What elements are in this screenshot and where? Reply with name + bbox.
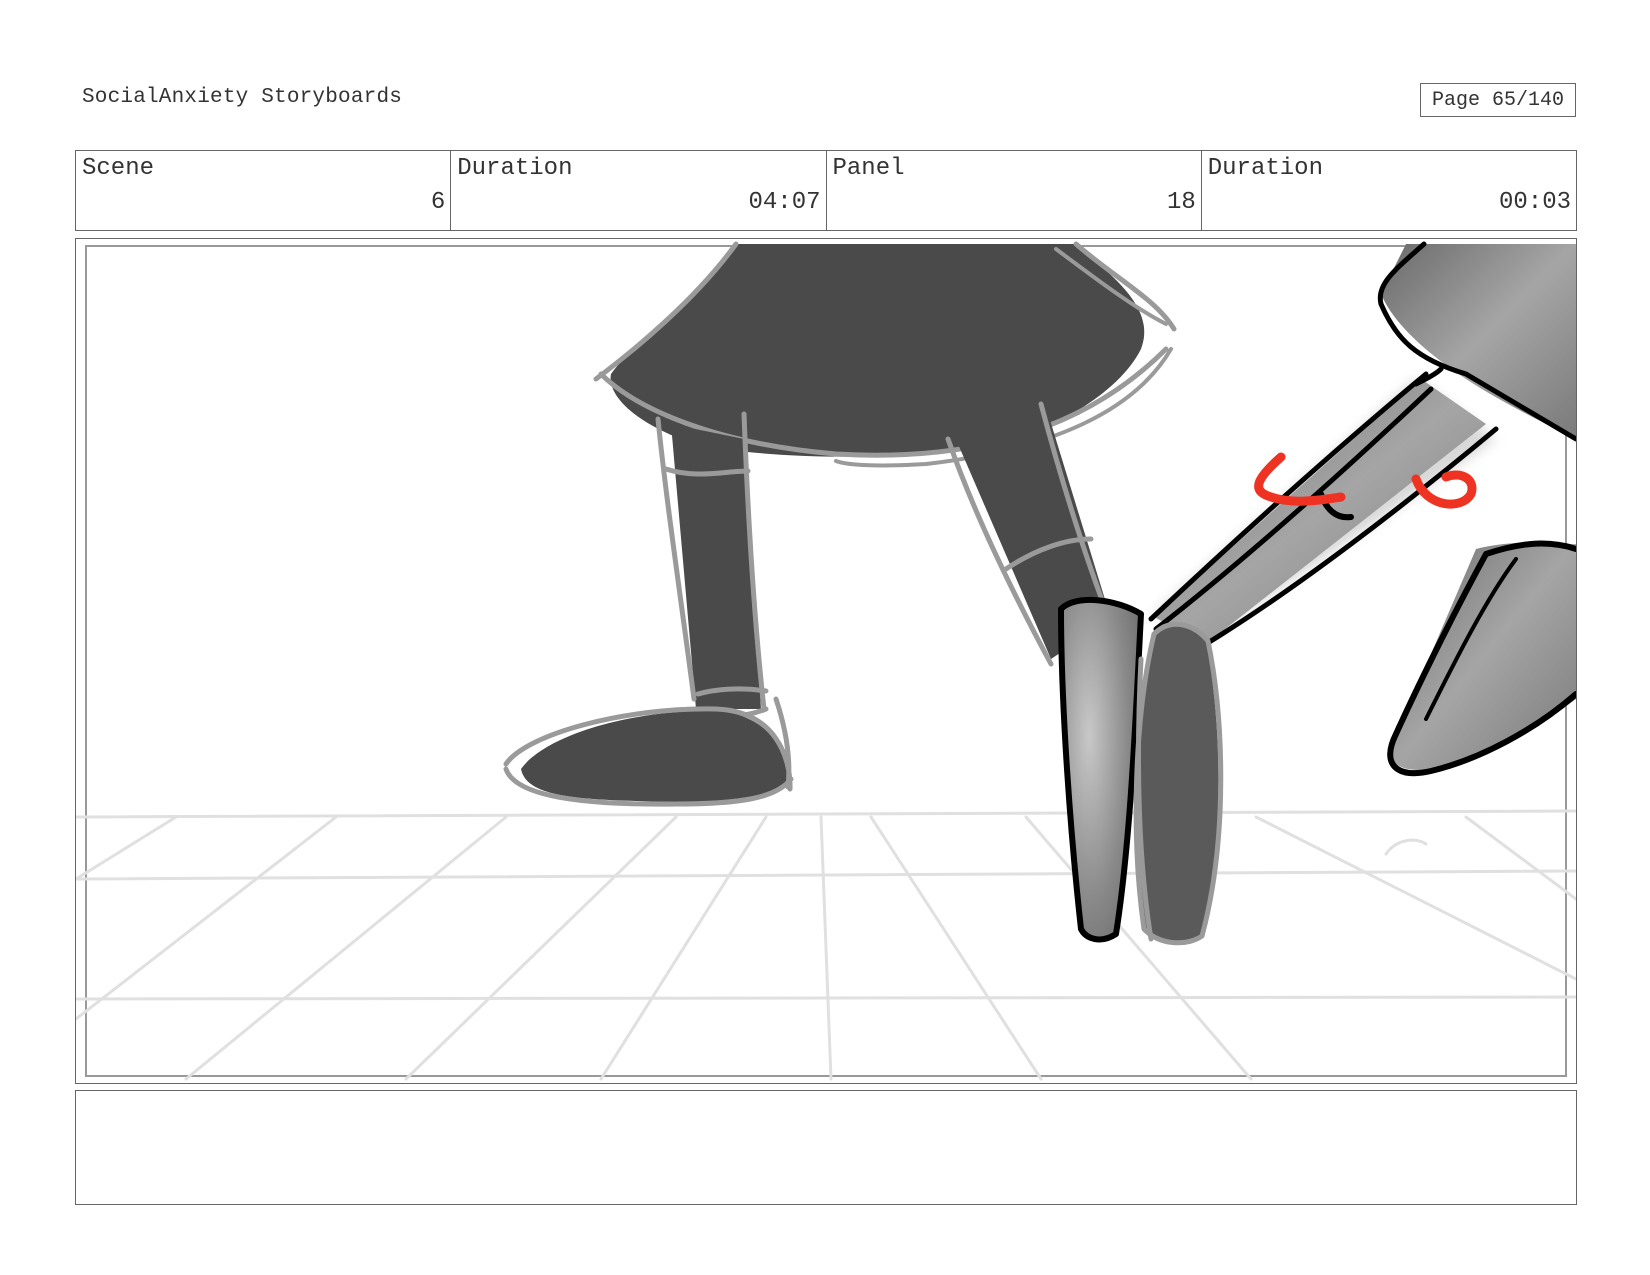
panel-duration-label: Duration — [1207, 155, 1323, 182]
scene-duration-value: 04:07 — [748, 189, 821, 216]
scene-duration-cell: Duration 04:07 — [451, 151, 827, 230]
scene-label: Scene — [82, 155, 155, 182]
document-title: SocialAnxiety Storyboards — [82, 86, 403, 109]
scene-info-row: Scene 6 Duration 04:07 Panel 18 Duration… — [75, 150, 1577, 231]
panel-value: 18 — [1166, 189, 1196, 216]
page-indicator: Page 65/140 — [1420, 83, 1576, 117]
scene-duration-label: Duration — [457, 155, 573, 182]
panel-cell: Panel 18 — [827, 151, 1202, 230]
panel-duration-value: 00:03 — [1498, 189, 1571, 216]
floor-grid — [76, 809, 1576, 1081]
page-label: Page — [1431, 88, 1480, 112]
storyboard-sketch — [76, 241, 1576, 1081]
panel-duration-cell: Duration 00:03 — [1202, 151, 1576, 230]
panel-notes-box — [75, 1090, 1577, 1205]
left-leg-sketch — [503, 411, 794, 807]
storyboard-panel — [75, 238, 1577, 1084]
page-number: 65/140 — [1492, 88, 1565, 112]
scene-cell: Scene 6 — [76, 151, 452, 230]
panel-label: Panel — [832, 155, 905, 182]
scene-value: 6 — [430, 189, 446, 216]
